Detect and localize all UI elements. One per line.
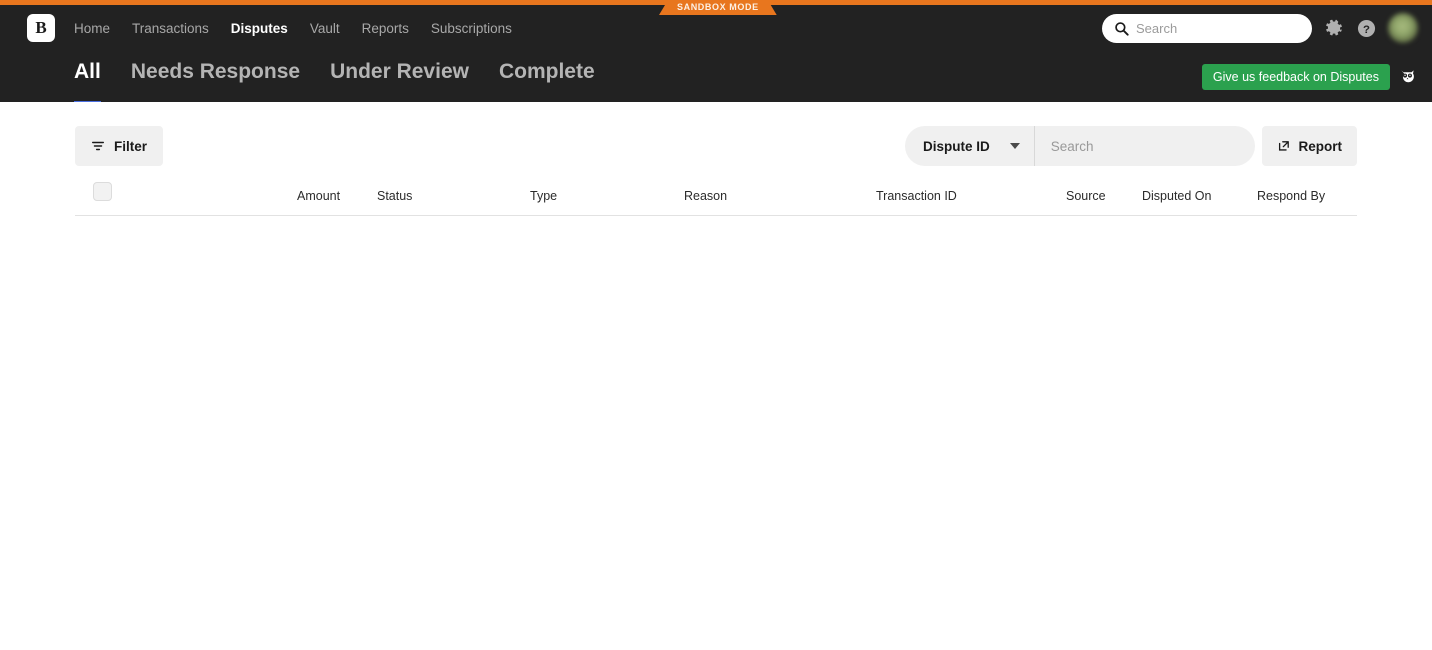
tab-complete[interactable]: Complete <box>499 60 595 106</box>
search-field-select[interactable]: Dispute ID <box>905 126 1035 166</box>
help-button[interactable]: ? <box>1356 18 1376 38</box>
table-header-row: Amount Status Type Reason Transaction ID… <box>75 178 1357 216</box>
column-header-respond-by[interactable]: Respond By <box>1257 189 1325 203</box>
select-all-checkbox[interactable] <box>93 182 112 201</box>
header-actions: ? <box>1102 5 1418 51</box>
svg-text:?: ? <box>1363 23 1370 35</box>
primary-nav: Home Transactions Disputes Vault Reports… <box>74 5 512 51</box>
braintree-logo[interactable]: B <box>27 14 55 42</box>
filter-icon <box>92 141 104 151</box>
report-button-label: Report <box>1298 138 1343 154</box>
tab-all[interactable]: All <box>74 60 101 106</box>
column-header-amount[interactable]: Amount <box>297 189 340 203</box>
report-button[interactable]: Report <box>1261 126 1357 166</box>
nav-item-home[interactable]: Home <box>74 21 110 36</box>
nav-item-transactions[interactable]: Transactions <box>132 21 209 36</box>
table-search-input[interactable] <box>1034 138 1255 154</box>
column-header-reason[interactable]: Reason <box>684 189 727 203</box>
nav-item-reports[interactable]: Reports <box>362 21 409 36</box>
nav-item-vault[interactable]: Vault <box>310 21 340 36</box>
nav-item-subscriptions[interactable]: Subscriptions <box>431 21 512 36</box>
gear-icon <box>1325 19 1342 35</box>
column-header-source[interactable]: Source <box>1066 189 1106 203</box>
filter-button[interactable]: Filter <box>75 126 164 166</box>
table-search-group: Dispute ID <box>905 126 1255 166</box>
column-header-transaction-id[interactable]: Transaction ID <box>876 189 957 203</box>
disputes-table: Amount Status Type Reason Transaction ID… <box>75 178 1357 596</box>
disputes-page-body: Filter Dispute ID Report Amount Status T… <box>0 102 1432 650</box>
app-header: B Home Transactions Disputes Vault Repor… <box>0 5 1432 106</box>
external-link-icon <box>1278 141 1289 151</box>
global-search-input[interactable] <box>1136 20 1300 36</box>
give-feedback-button[interactable]: Give us feedback on Disputes <box>1201 63 1390 90</box>
feedback-area: Give us feedback on Disputes <box>1201 51 1418 102</box>
search-field-selected-value: Dispute ID <box>923 138 990 154</box>
global-search[interactable] <box>1102 13 1312 43</box>
nav-item-disputes[interactable]: Disputes <box>231 21 288 36</box>
question-mark-icon: ? <box>1357 19 1375 37</box>
avatar[interactable] <box>1388 13 1418 43</box>
column-header-type[interactable]: Type <box>530 189 557 203</box>
tab-under-review[interactable]: Under Review <box>330 60 469 106</box>
sandbox-mode-badge: SANDBOX MODE <box>659 0 777 15</box>
tab-needs-response[interactable]: Needs Response <box>131 60 300 106</box>
owl-mascot-icon <box>1396 66 1418 88</box>
column-header-disputed-on[interactable]: Disputed On <box>1142 189 1211 203</box>
disputes-tab-row: All Needs Response Under Review Complete… <box>0 51 1432 106</box>
search-icon <box>1115 21 1129 36</box>
filter-button-label: Filter <box>114 138 148 154</box>
settings-gear-button[interactable] <box>1324 18 1344 38</box>
table-toolbar: Filter Dispute ID Report <box>75 126 1357 166</box>
table-body-empty <box>75 216 1357 596</box>
chevron-down-icon <box>1009 143 1020 149</box>
column-header-status[interactable]: Status <box>377 189 412 203</box>
